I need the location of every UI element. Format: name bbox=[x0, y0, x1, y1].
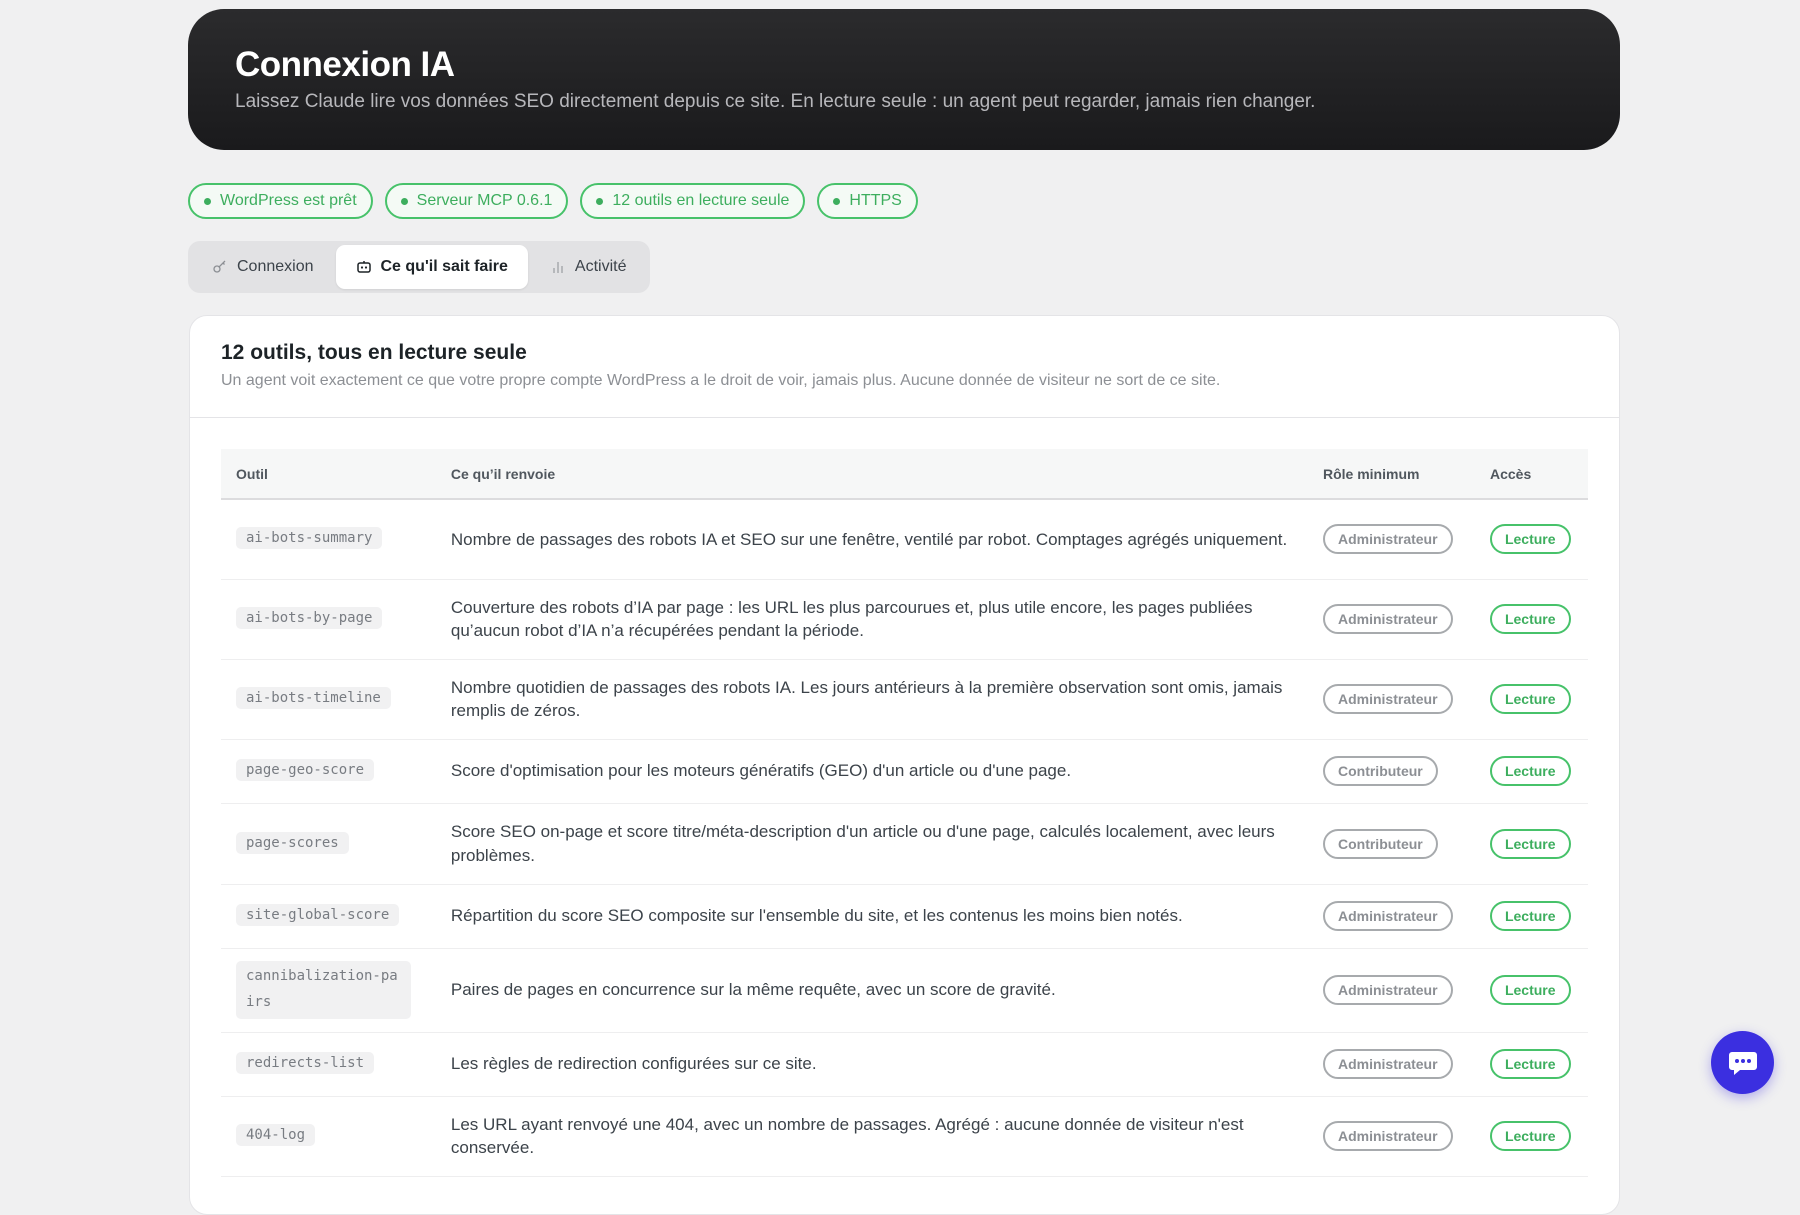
chat-bubble-icon bbox=[1728, 1051, 1757, 1075]
access-badge: Lecture bbox=[1489, 828, 1571, 859]
tab-activity[interactable]: Activité bbox=[530, 245, 647, 289]
table-row: cannibalization-pairs Paires de pages en… bbox=[221, 948, 1588, 1033]
role-badge: Administrateur bbox=[1322, 1049, 1453, 1079]
tool-description: Les règles de redirection configurées su… bbox=[435, 1032, 1308, 1097]
tool-description: Nombre de passages des robots IA et SEO … bbox=[435, 499, 1308, 580]
key-icon bbox=[213, 260, 226, 273]
tool-name: ai-bots-summary bbox=[236, 527, 383, 550]
access-badge: Lecture bbox=[1489, 1049, 1571, 1079]
tool-name: site-global-score bbox=[236, 904, 400, 927]
card-subtitle: Un agent voit exactement ce que votre pr… bbox=[221, 372, 1221, 389]
status-dot-icon bbox=[596, 197, 604, 205]
role-badge: Contributeur bbox=[1322, 756, 1438, 786]
table-row: site-global-score Répartition du score S… bbox=[221, 884, 1588, 949]
card-header: 12 outils, tous en lecture seule Un agen… bbox=[190, 316, 1619, 418]
role-badge: Administrateur bbox=[1322, 975, 1453, 1005]
access-badge: Lecture bbox=[1489, 684, 1571, 714]
status-badge-mcp-server: Serveur MCP 0.6.1 bbox=[384, 183, 569, 219]
tool-name: 404-log bbox=[236, 1124, 316, 1147]
table-row: ai-bots-summary Nombre de passages des r… bbox=[221, 499, 1588, 580]
table-row: redirects-list Les règles de redirection… bbox=[221, 1032, 1588, 1097]
bar-chart-icon bbox=[553, 262, 563, 273]
column-header-tool: Outil bbox=[221, 449, 436, 500]
table-row: 404-log Les URL ayant renvoyé une 404, a… bbox=[221, 1096, 1588, 1177]
tool-name: ai-bots-timeline bbox=[236, 687, 391, 710]
role-badge: Administrateur bbox=[1322, 524, 1453, 555]
tool-name: cannibalization-pairs bbox=[236, 961, 411, 1019]
role-badge: Administrateur bbox=[1322, 684, 1453, 714]
hero-banner: Connexion IA Laissez Claude lire vos don… bbox=[188, 9, 1620, 150]
status-dot-icon bbox=[400, 197, 408, 205]
tab-capabilities[interactable]: Ce qu'il sait faire bbox=[335, 245, 528, 289]
tool-name: page-scores bbox=[236, 831, 349, 854]
tool-description: Score SEO on-page et score titre/méta-de… bbox=[435, 803, 1308, 885]
role-badge: Administrateur bbox=[1322, 901, 1453, 931]
status-dot-icon bbox=[833, 197, 841, 205]
tool-description: Les URL ayant renvoyé une 404, avec un n… bbox=[435, 1096, 1308, 1177]
access-badge: Lecture bbox=[1489, 975, 1571, 1005]
table-row: page-scores Score SEO on-page et score t… bbox=[221, 803, 1588, 885]
status-badge-wordpress: WordPress est prêt bbox=[188, 183, 373, 219]
tools-card: 12 outils, tous en lecture seule Un agen… bbox=[189, 315, 1620, 1215]
access-badge: Lecture bbox=[1489, 604, 1571, 634]
table-header-row: Outil Ce qu’il renvoie Rôle minimum Accè… bbox=[221, 449, 1588, 500]
role-badge: Administrateur bbox=[1322, 604, 1453, 634]
access-badge: Lecture bbox=[1489, 901, 1571, 931]
column-header-returns: Ce qu’il renvoie bbox=[435, 449, 1308, 500]
tool-name: redirects-list bbox=[236, 1052, 375, 1075]
tools-table-wrap: Outil Ce qu’il renvoie Rôle minimum Accè… bbox=[190, 418, 1619, 1177]
tool-name: page-geo-score bbox=[236, 759, 375, 782]
role-badge: Administrateur bbox=[1322, 1121, 1453, 1151]
chat-button[interactable] bbox=[1711, 1031, 1774, 1094]
table-row: ai-bots-timeline Nombre quotidien de pas… bbox=[221, 659, 1588, 740]
tool-description: Score d'optimisation pour les moteurs gé… bbox=[435, 739, 1308, 804]
column-header-min-role: Rôle minimum bbox=[1307, 449, 1475, 500]
access-badge: Lecture bbox=[1489, 1121, 1571, 1151]
robot-icon bbox=[356, 261, 371, 273]
column-header-access: Accès bbox=[1474, 449, 1588, 500]
page-title: Connexion IA bbox=[235, 45, 455, 84]
tool-description: Répartition du score SEO composite sur l… bbox=[435, 884, 1308, 949]
tool-description: Couverture des robots d’IA par page : le… bbox=[435, 579, 1308, 660]
status-badge-tools: 12 outils en lecture seule bbox=[580, 183, 806, 219]
access-badge: Lecture bbox=[1489, 524, 1571, 555]
tool-name: ai-bots-by-page bbox=[236, 607, 383, 630]
access-badge: Lecture bbox=[1489, 756, 1571, 786]
status-badges: WordPress est prêt Serveur MCP 0.6.1 12 … bbox=[188, 183, 918, 219]
status-badge-https: HTTPS bbox=[817, 183, 918, 219]
card-title: 12 outils, tous en lecture seule bbox=[221, 341, 527, 364]
page-subtitle: Laissez Claude lire vos données SEO dire… bbox=[235, 91, 1316, 113]
tools-table: Outil Ce qu’il renvoie Rôle minimum Accè… bbox=[221, 449, 1588, 1177]
table-row: ai-bots-by-page Couverture des robots d’… bbox=[221, 579, 1588, 660]
tool-description: Nombre quotidien de passages des robots … bbox=[435, 659, 1308, 740]
tool-description: Paires de pages en concurrence sur la mê… bbox=[435, 948, 1308, 1033]
role-badge: Contributeur bbox=[1322, 828, 1438, 859]
status-dot-icon bbox=[204, 197, 211, 205]
table-row: page-geo-score Score d'optimisation pour… bbox=[221, 739, 1588, 804]
tab-connexion[interactable]: Connexion bbox=[192, 245, 334, 289]
tab-bar: Connexion Ce qu'il sait faire Activité bbox=[188, 241, 651, 293]
